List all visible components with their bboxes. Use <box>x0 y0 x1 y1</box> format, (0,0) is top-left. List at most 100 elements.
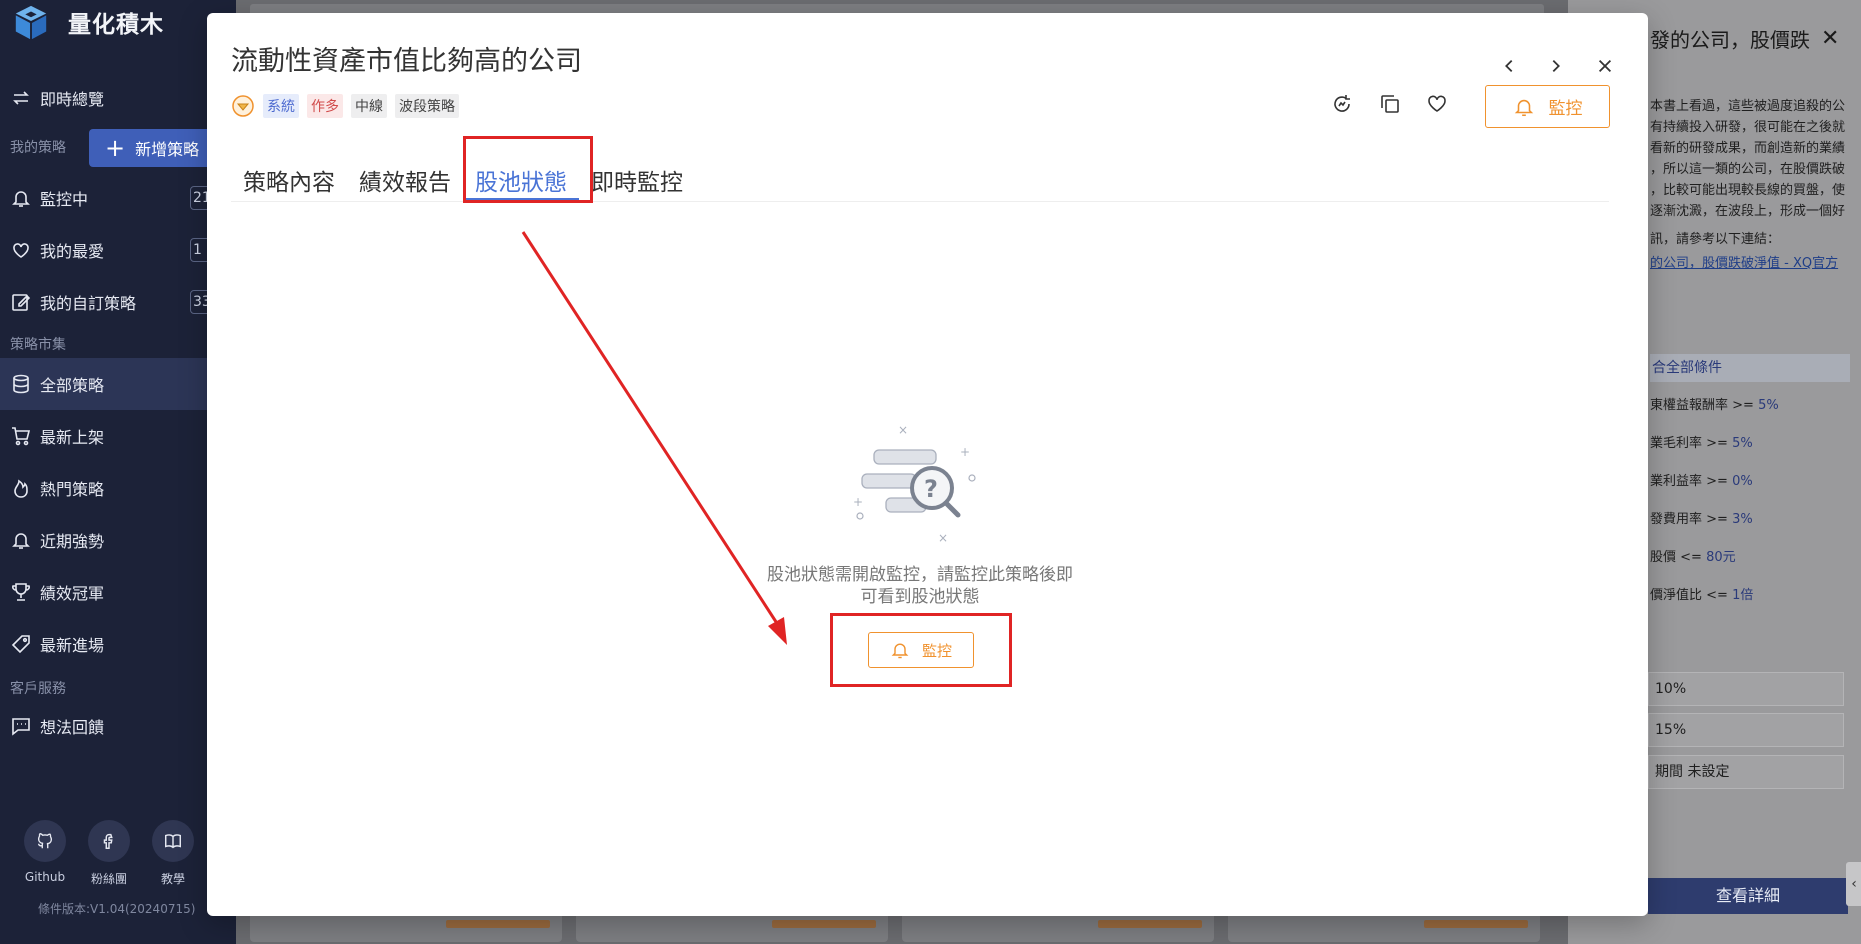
svg-text:?: ? <box>924 475 938 503</box>
bell-icon <box>1514 99 1533 116</box>
sidebar-item-monitoring[interactable]: 監控中 21 <box>0 172 236 224</box>
condition-item: 業毛利率 >= 5% <box>1650 432 1753 451</box>
close-icon[interactable]: ✕ <box>1821 26 1839 51</box>
empty-search-illustration: × + + × ? <box>853 423 976 544</box>
modal-title: 流動性資產市值比夠高的公司 <box>231 46 582 77</box>
tag-icon <box>10 633 32 655</box>
brand[interactable]: 量化積木 <box>12 0 164 44</box>
description-line: ，比較可能出現較長線的買盤，使 <box>1650 183 1846 198</box>
tutorial-link[interactable]: 教學 <box>152 820 194 887</box>
holding-period-field[interactable]: 期間 未設定 <box>1648 755 1844 789</box>
watch-button-header[interactable]: 監控 <box>1485 85 1610 128</box>
empty-state-line: 股池狀態需開啟監控，請監控此策略後即 <box>767 565 1073 585</box>
condition-label: 股價 <= <box>1650 550 1707 565</box>
sidebar-item-feedback[interactable]: 想法回饋 <box>0 700 236 752</box>
watch-button-center[interactable]: 監控 <box>868 632 974 668</box>
svg-text:+: + <box>960 445 970 459</box>
svg-text:+: + <box>853 495 863 509</box>
sidebar-item-label: 監控中 <box>40 190 89 209</box>
sidebar-item-champion[interactable]: 績效冠軍 <box>0 566 236 618</box>
condition-value: 0% <box>1732 474 1753 489</box>
heart-icon <box>1428 95 1446 112</box>
swap-icon <box>10 87 32 109</box>
empty-state-message: 股池狀態需開啟監控，請監控此策略後即 可看到股池狀態 <box>740 564 1100 608</box>
refresh-chart-icon <box>1334 95 1350 112</box>
strategy-card-row <box>250 912 1540 942</box>
close-modal-button[interactable] <box>1590 51 1620 81</box>
favorite-button[interactable] <box>1422 88 1452 118</box>
chevron-left-icon <box>1505 59 1513 73</box>
edit-icon <box>10 291 32 313</box>
sidebar-item-recent-strong[interactable]: 近期強勢 <box>0 514 236 566</box>
plus-icon: + <box>105 134 126 162</box>
sidebar-item-label: 即時總覽 <box>40 90 105 109</box>
condition-label: 業利益率 >= <box>1650 474 1733 489</box>
book-icon <box>152 820 194 862</box>
description-line: 本書上看過，這些被過度追殺的公 <box>1650 99 1846 114</box>
sidebar-item-label: 績效冠軍 <box>40 584 105 603</box>
reference-intro: 訊，請參考以下連結： <box>1650 232 1781 247</box>
sidebar-item-favorites[interactable]: 我的最愛 1 <box>0 224 236 276</box>
facebook-link[interactable]: 粉絲團 <box>88 820 130 887</box>
bell-icon <box>10 187 32 209</box>
watch-label: 監控 <box>921 641 952 660</box>
tab-strategy-content[interactable]: 策略內容 <box>231 159 347 201</box>
github-link[interactable]: Github <box>24 820 66 887</box>
cart-icon <box>10 425 32 447</box>
sidebar-item-custom[interactable]: 我的自訂策略 33 <box>0 276 236 328</box>
strategy-card <box>250 912 562 942</box>
bell-icon <box>10 529 32 551</box>
tag-system: 系統 <box>263 94 299 118</box>
cube-logo-icon <box>15 5 47 40</box>
footer-link-label: 粉絲團 <box>90 872 127 886</box>
conditions-header: 合全部條件 <box>1650 354 1850 382</box>
sidebar-item-label: 想法回饋 <box>40 718 105 737</box>
strategy-card <box>1228 912 1540 942</box>
prev-strategy-button[interactable] <box>1494 51 1524 81</box>
svg-text:×: × <box>898 423 908 437</box>
tab-performance-report[interactable]: 績效報告 <box>347 159 463 201</box>
sidebar-item-label: 最新進場 <box>40 636 105 655</box>
collapse-panel-icon[interactable]: ‹ <box>1846 862 1861 906</box>
footer-link-label: 教學 <box>160 872 185 886</box>
condition-label: 發費用率 >= <box>1650 512 1733 527</box>
condition-value: 1倍 <box>1732 588 1754 603</box>
condition-label: 業毛利率 >= <box>1650 436 1733 451</box>
stop-loss-field[interactable]: 15% <box>1648 713 1844 747</box>
next-strategy-button[interactable] <box>1541 51 1571 81</box>
heart-icon <box>10 239 32 261</box>
condition-item: 發費用率 >= 3% <box>1650 508 1753 527</box>
description-line: 逐漸沈澱，在波段上，形成一個好 <box>1650 204 1846 219</box>
section-service: 客戶服務 <box>10 681 66 697</box>
strategy-card <box>576 912 888 942</box>
tab-stock-pool-status[interactable]: 股池狀態 <box>463 159 579 201</box>
sidebar-item-latest-entry[interactable]: 最新進場 <box>0 618 236 670</box>
sidebar-item-label: 我的自訂策略 <box>40 294 137 313</box>
reference-link[interactable]: 的公司，股價跌破淨值 - XQ官方 <box>1650 252 1838 271</box>
section-market: 策略市集 <box>10 337 66 353</box>
condition-value: 5% <box>1758 398 1779 413</box>
sidebar-item-label: 近期強勢 <box>40 532 105 551</box>
condition-value: 80元 <box>1706 550 1736 565</box>
tag-swing: 波段策略 <box>395 94 459 118</box>
sidebar-item-all-strategies[interactable]: 全部策略 <box>0 358 236 410</box>
view-detail-button[interactable]: 查看詳細 <box>1648 878 1848 914</box>
section-my-strategies: 我的策略 <box>10 140 66 156</box>
sidebar-item-overview[interactable]: 即時總覽 <box>0 72 236 124</box>
sidebar-item-label: 熱門策略 <box>40 480 105 499</box>
condition-value: 3% <box>1732 512 1753 527</box>
tab-realtime-monitor[interactable]: 即時監控 <box>579 159 695 201</box>
copy-button[interactable] <box>1375 89 1405 119</box>
backtest-button[interactable] <box>1327 89 1357 119</box>
github-icon <box>24 820 66 862</box>
condition-item: 東權益報酬率 >= 5% <box>1650 394 1779 413</box>
stop-profit-field[interactable]: 10% <box>1648 672 1844 706</box>
tag-long: 作多 <box>307 94 343 118</box>
sidebar-item-popular[interactable]: 熱門策略 <box>0 462 236 514</box>
condition-item: 價淨值比 <= 1倍 <box>1650 584 1753 603</box>
sidebar-item-newest[interactable]: 最新上架 <box>0 410 236 462</box>
bell-icon <box>891 643 909 659</box>
condition-label: 東權益報酬率 >= <box>1650 398 1759 413</box>
trophy-icon <box>10 581 32 603</box>
condition-item: 業利益率 >= 0% <box>1650 470 1753 489</box>
